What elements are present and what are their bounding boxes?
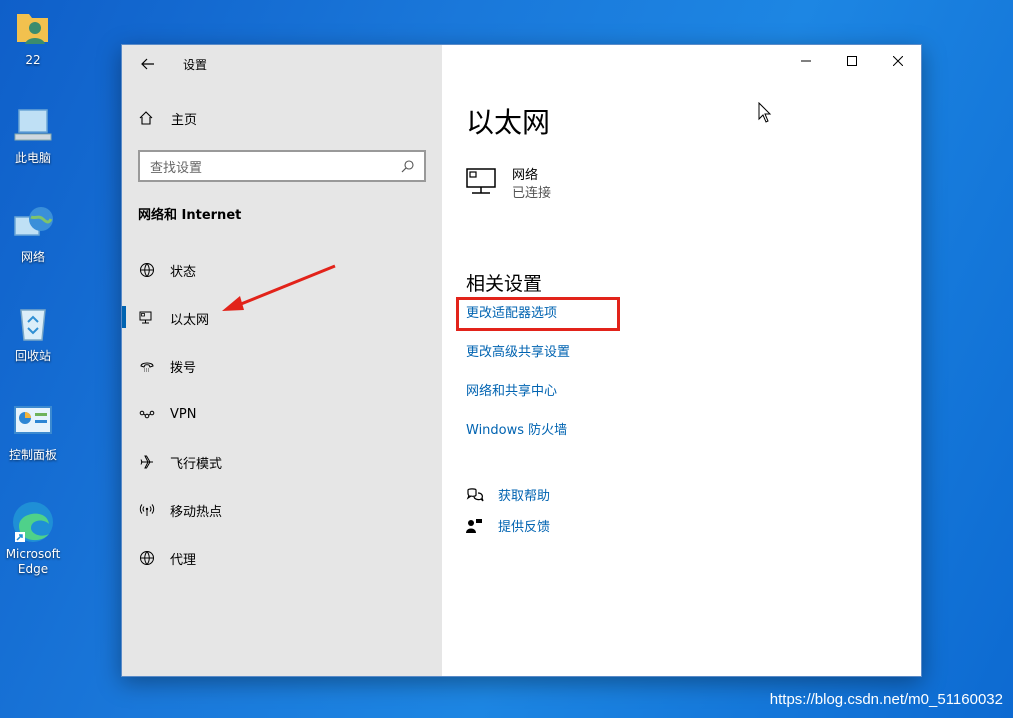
sidebar-item-label: 飞行模式 [170, 456, 223, 472]
desktop-icon-edge[interactable]: Microsoft Edge [3, 500, 63, 577]
desktop-icon-label: 此电脑 [14, 151, 51, 165]
desktop-icon-control-panel[interactable]: 控制面板 [3, 401, 63, 463]
sidebar-item-vpn[interactable]: VPN [122, 394, 442, 434]
desktop-icon-network[interactable]: 网络 [3, 203, 63, 265]
sidebar-item-mobile-hotspot[interactable]: 移动热点 [122, 490, 442, 530]
annotation-highlight-box [456, 297, 620, 331]
search-input[interactable]: 查找设置 [138, 150, 426, 182]
dialup-icon [138, 358, 156, 374]
desktop-icon-recycle-bin[interactable]: 回收站 [3, 302, 63, 364]
desktop-icon-label: 回收站 [14, 349, 51, 363]
sidebar-item-status[interactable]: 状态 [122, 250, 442, 290]
back-arrow-icon [141, 58, 154, 70]
home-label: 主页 [171, 112, 198, 128]
airplane-icon [138, 454, 156, 470]
back-button[interactable] [138, 56, 158, 72]
close-icon [893, 56, 903, 66]
home-icon [138, 110, 156, 126]
edge-browser-icon [13, 502, 53, 542]
computer-icon [14, 109, 52, 141]
link-advanced-sharing[interactable]: 更改高级共享设置 [466, 341, 570, 360]
active-indicator [122, 306, 126, 328]
mouse-cursor-icon [758, 102, 772, 123]
sidebar-item-ethernet[interactable]: 以太网 [122, 298, 442, 338]
link-network-sharing-center[interactable]: 网络和共享中心 [466, 380, 557, 399]
close-button[interactable] [875, 45, 921, 77]
maximize-button[interactable] [829, 45, 875, 77]
globe-status-icon [138, 262, 156, 278]
desktop-icon-label: Microsoft Edge [5, 547, 61, 576]
get-help-link[interactable]: 获取帮助 [466, 485, 550, 504]
title-bar: 设置 [138, 54, 207, 74]
control-panel-icon [14, 406, 52, 434]
settings-content: 以太网 网络 已连接 相关设置 更改适配器选项 更改高级共享设置 网络和共享中心… [442, 45, 921, 676]
desktop-icon-label: 网络 [20, 250, 45, 264]
sidebar-item-dialup[interactable]: 拨号 [122, 346, 442, 386]
ethernet-large-icon [466, 167, 502, 199]
maximize-icon [847, 56, 857, 66]
desktop-icon-this-pc[interactable]: 此电脑 [3, 104, 63, 166]
related-settings-title: 相关设置 [466, 273, 543, 295]
desktop-icon-user-folder[interactable]: 22 [3, 6, 63, 68]
desktop-icon-label: 控制面板 [8, 448, 57, 462]
sidebar-home[interactable]: 主页 [138, 107, 197, 129]
proxy-globe-icon [138, 550, 156, 566]
page-title: 以太网 [466, 106, 551, 139]
minimize-button[interactable] [783, 45, 829, 77]
search-placeholder: 查找设置 [150, 160, 203, 176]
settings-sidebar: 设置 主页 查找设置 网络和 Internet 状态 以太网 拨号 VPN 飞行… [122, 45, 442, 676]
search-icon [401, 159, 414, 172]
section-title: 网络和 Internet [138, 208, 242, 223]
sidebar-item-label: 移动热点 [170, 504, 223, 520]
sidebar-item-label: 以太网 [170, 312, 210, 328]
sidebar-item-airplane-mode[interactable]: 飞行模式 [122, 442, 442, 482]
vpn-icon [138, 406, 156, 422]
watermark: https://blog.csdn.net/m0_51160032 [769, 691, 1003, 708]
network-connection-status: 已连接 [512, 186, 552, 201]
feedback-link[interactable]: 提供反馈 [466, 516, 550, 535]
hotspot-icon [138, 502, 156, 518]
link-windows-firewall[interactable]: Windows 防火墙 [466, 419, 567, 438]
window-controls [783, 45, 921, 77]
sidebar-item-proxy[interactable]: 代理 [122, 538, 442, 578]
network-status[interactable]: 网络 已连接 [466, 167, 551, 203]
sidebar-item-label: VPN [170, 406, 197, 422]
minimize-icon [801, 60, 811, 62]
window-title: 设置 [183, 57, 208, 72]
desktop-icon-label: 22 [25, 53, 41, 67]
user-folder-icon [17, 14, 48, 44]
settings-window: 设置 主页 查找设置 网络和 Internet 状态 以太网 拨号 VPN 飞行… [121, 44, 922, 677]
network-name: 网络 [512, 168, 539, 183]
sidebar-item-label: 状态 [170, 264, 197, 280]
get-help-label: 获取帮助 [498, 489, 551, 504]
help-chat-icon [466, 487, 484, 503]
feedback-label: 提供反馈 [498, 520, 551, 535]
feedback-person-icon [466, 518, 484, 534]
sidebar-item-label: 代理 [170, 552, 197, 568]
recycle-bin-icon [20, 309, 46, 341]
network-globe-icon [14, 207, 53, 236]
ethernet-icon [138, 310, 156, 326]
sidebar-item-label: 拨号 [170, 360, 197, 376]
